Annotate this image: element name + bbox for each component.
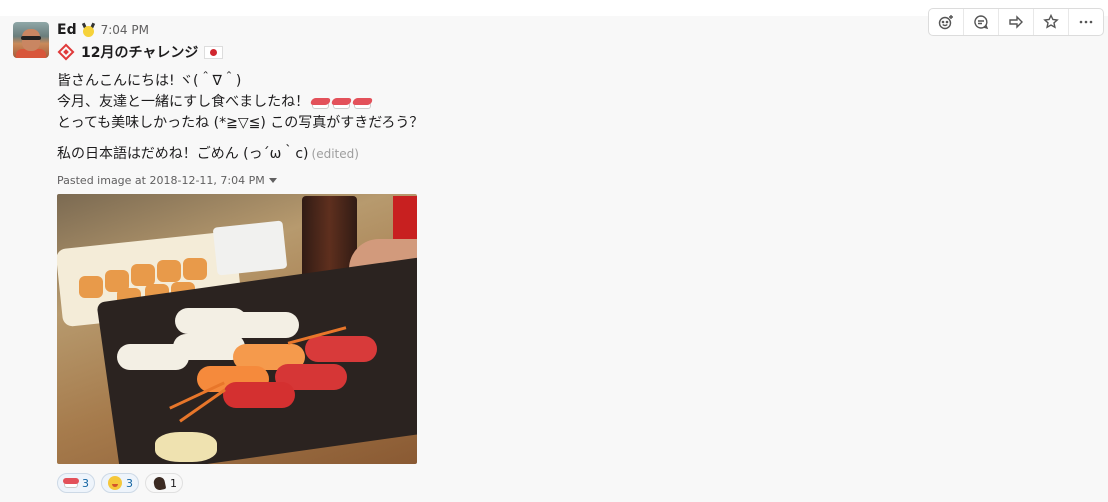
sushi-icon <box>309 96 332 110</box>
sender-name[interactable]: Ed <box>57 22 77 38</box>
add-reaction-icon <box>938 15 953 30</box>
reaction-yum[interactable]: 3 <box>101 473 139 493</box>
message-body: 皆さんこんにちは! ヾ(＾∇＾) 今月、友達と一緒にすし食べましたね！ とっても… <box>57 71 423 165</box>
start-thread-button[interactable] <box>964 9 999 35</box>
save-star-button[interactable] <box>1034 9 1069 35</box>
edited-label: (edited) <box>311 147 359 161</box>
horse-head-icon <box>151 475 167 492</box>
more-actions-button[interactable] <box>1069 9 1103 35</box>
add-reaction-button[interactable] <box>929 9 964 35</box>
sushi-icon <box>63 476 79 490</box>
avatar[interactable] <box>13 22 49 58</box>
message-header: Ed 7:04 PM <box>57 21 149 39</box>
yum-face-icon <box>107 476 123 490</box>
message-actions-toolbar <box>928 8 1104 36</box>
diamond-icon <box>57 43 75 61</box>
reaction-count: 1 <box>170 476 177 490</box>
pikachu-status-icon <box>81 22 96 38</box>
share-arrow-icon <box>1009 15 1023 29</box>
more-dots-icon <box>1079 20 1093 24</box>
message-line: 皆さんこんにちは! ヾ(＾∇＾) <box>57 73 242 89</box>
caret-down-icon[interactable] <box>268 178 277 183</box>
message-status-title: 12月のチャレンジ <box>57 41 224 63</box>
reactions-bar: 3 3 1 <box>57 473 183 493</box>
share-message-button[interactable] <box>999 9 1034 35</box>
reaction-horse[interactable]: 1 <box>145 473 183 493</box>
star-icon <box>1043 14 1059 29</box>
reaction-sushi[interactable]: 3 <box>57 473 95 493</box>
sushi-icon <box>330 96 353 110</box>
message-timestamp[interactable]: 7:04 PM <box>101 23 149 37</box>
message-line: とっても美味しかったね (*≧▽≦) この写真がすきだろう？ <box>57 115 424 131</box>
reaction-count: 3 <box>126 476 133 490</box>
message-line: 今月、友達と一緒にすし食べましたね！ <box>57 92 423 113</box>
message-line: 私の日本語はだめね！ごめん (っ´ω｀c) (edited) <box>57 144 423 165</box>
pasted-image-label[interactable]: Pasted image at 2018-12-11, 7:04 PM <box>57 174 277 187</box>
reaction-count: 3 <box>82 476 89 490</box>
pasted-image[interactable] <box>57 194 417 464</box>
japan-flag-icon <box>204 45 224 59</box>
thread-icon <box>974 15 989 30</box>
status-text: 12月のチャレンジ <box>81 45 199 61</box>
sushi-icon <box>351 96 374 110</box>
